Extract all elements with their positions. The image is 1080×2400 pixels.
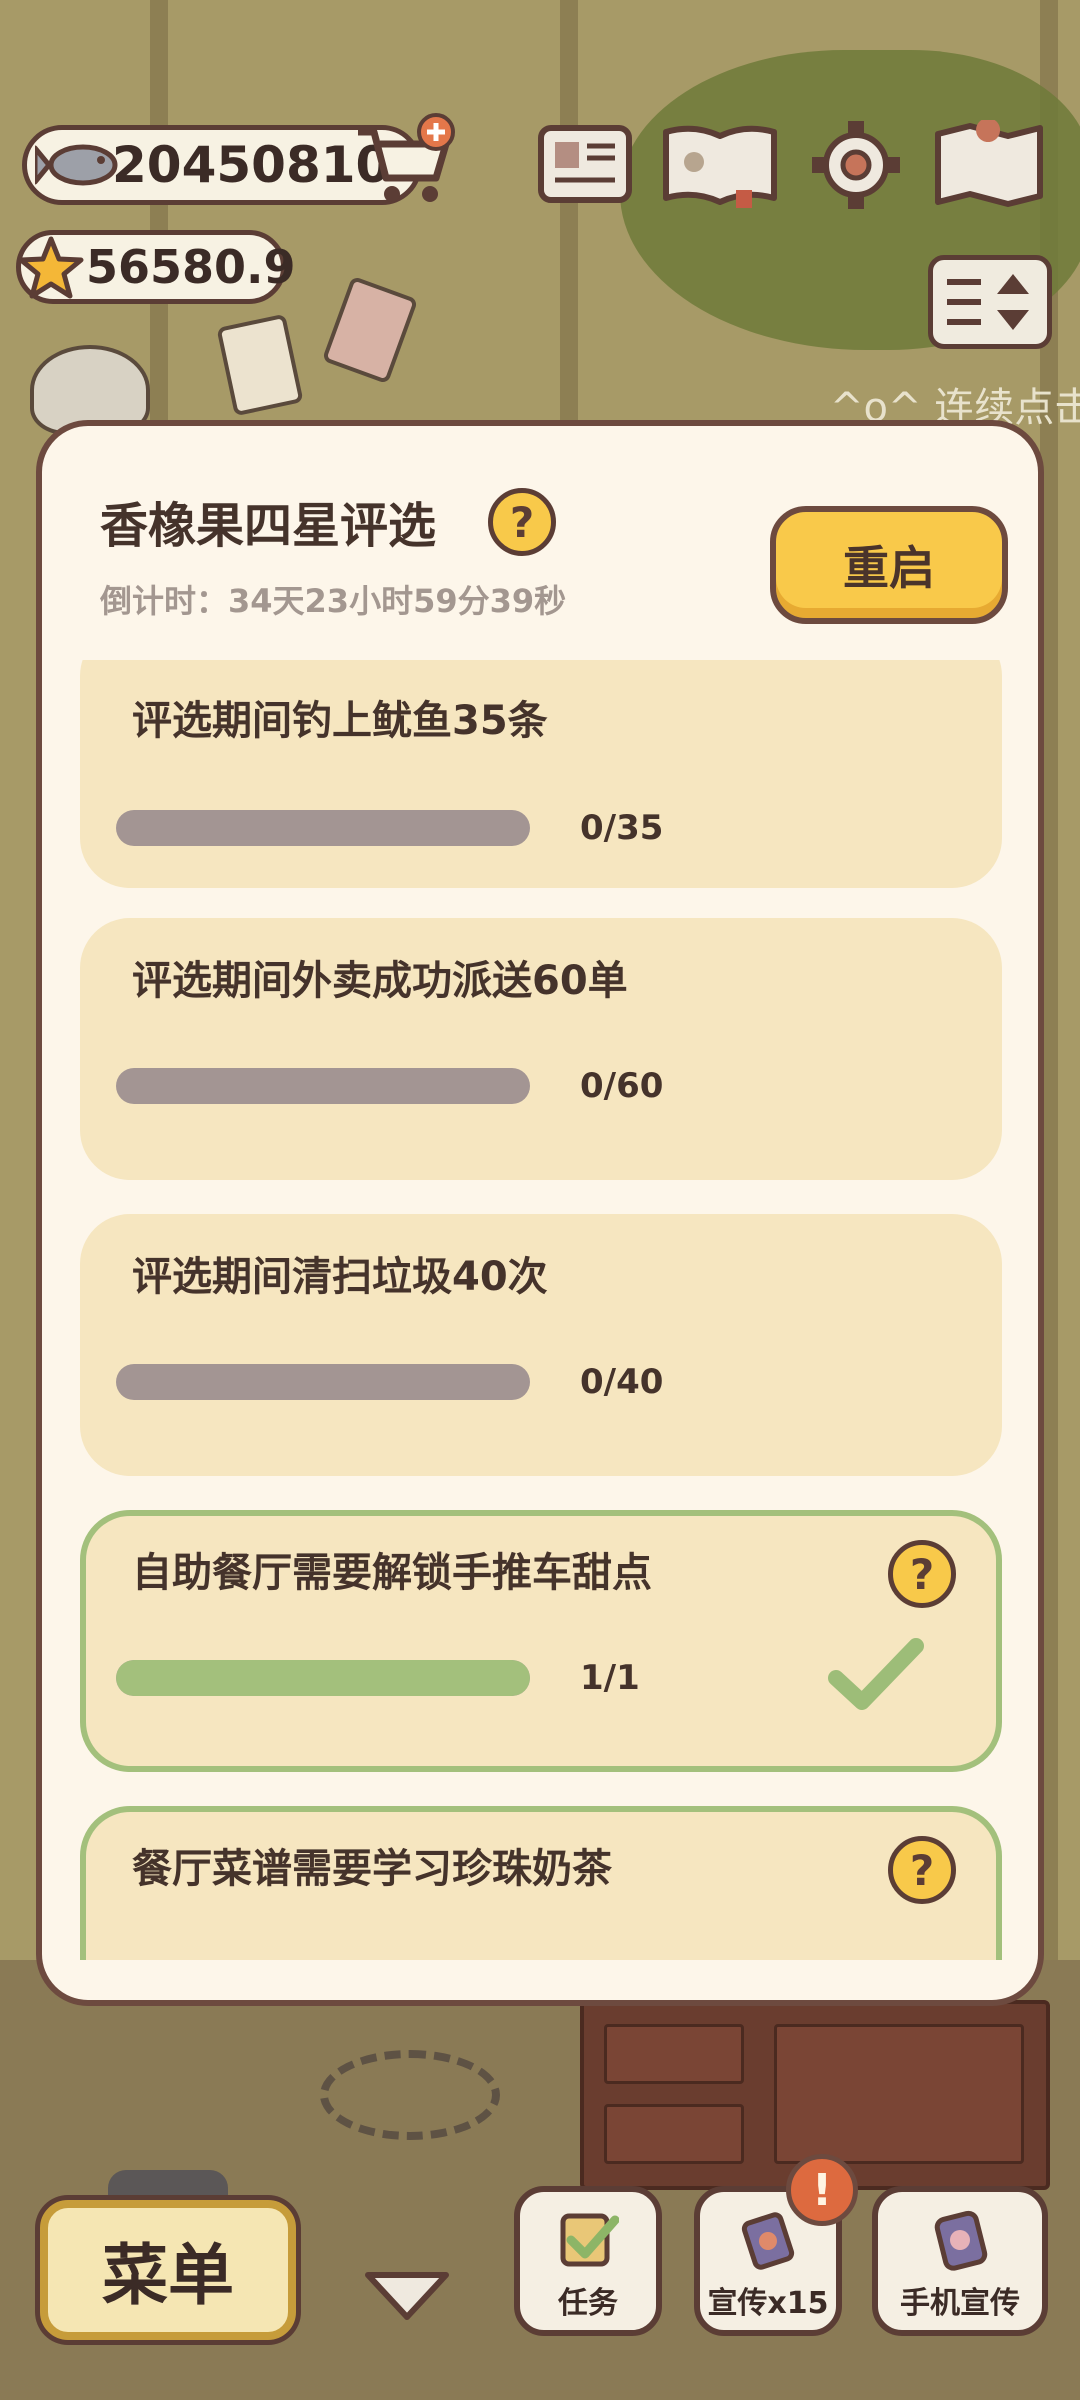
task-count: 1/1: [580, 1658, 640, 1698]
cabinet-drawer: [604, 2024, 744, 2084]
restart-button[interactable]: 重启: [770, 506, 1008, 624]
newspaper-icon: [538, 125, 632, 203]
task-progress-bar: [116, 1068, 530, 1104]
phone-promote-label: 手机宣传: [900, 2286, 1020, 2321]
alert-badge: !: [786, 2154, 858, 2226]
task-count: 0/35: [580, 808, 664, 848]
star-counter: 56580.9: [16, 230, 296, 304]
promote-label: 宣传x15: [707, 2286, 829, 2321]
countdown-timer: 倒计时：34天23小时59分39秒: [100, 582, 567, 620]
chevron-down-icon[interactable]: [362, 2265, 452, 2325]
scene-rug: [320, 2050, 500, 2140]
map-icon: [935, 120, 1043, 207]
task-progress-bar: [116, 810, 530, 846]
clipboard-check-icon: [560, 2213, 619, 2267]
sort-toggle-icon: [947, 274, 1029, 330]
coin-amount: 20450810: [112, 136, 391, 194]
task-title: 自助餐厅需要解锁手推车甜点: [132, 1550, 652, 1596]
map-button[interactable]: [932, 120, 1047, 210]
star-amount: 56580.9: [86, 240, 296, 294]
checkmark-icon: [828, 1638, 924, 1710]
rating-panel: 香橡果四星评选 ? 倒计时：34天23小时59分39秒 重启 评选期间钓上鱿鱼3…: [36, 420, 1044, 2006]
panel-title: 香橡果四星评选: [100, 498, 437, 554]
cabinet-drawer: [774, 2024, 1024, 2164]
task-card-completed: 自助餐厅需要解锁手推车甜点 ? 1/1: [80, 1510, 1002, 1772]
help-icon[interactable]: ?: [888, 1836, 956, 1904]
task-card: 评选期间钓上鱿鱼35条 0/35: [80, 660, 1002, 888]
fish-coin-icon: [35, 144, 118, 186]
settings-button[interactable]: [806, 120, 906, 210]
task-title: 评选期间清扫垃圾40次: [132, 1254, 548, 1300]
task-card: 评选期间外卖成功派送60单 0/60: [80, 918, 1002, 1180]
task-title: 餐厅菜谱需要学习珍珠奶茶: [132, 1846, 612, 1892]
phone-promo-icon: [934, 2210, 988, 2271]
help-icon[interactable]: ?: [888, 1540, 956, 1608]
star-currency-icon: [18, 236, 84, 299]
task-progress-bar: [116, 1660, 530, 1696]
phone-promote-button[interactable]: 手机宣传: [872, 2186, 1048, 2336]
paw-book-icon: [663, 125, 777, 208]
sort-toggle-button[interactable]: [928, 255, 1052, 349]
tasks-label: 任务: [558, 2286, 618, 2321]
tasks-button[interactable]: 任务: [514, 2186, 662, 2336]
gear-icon: [812, 121, 900, 209]
menu-button[interactable]: 菜单: [40, 2200, 296, 2340]
promo-card-icon: [741, 2212, 795, 2270]
paw-book-button[interactable]: [660, 120, 780, 210]
task-title: 评选期间外卖成功派送60单: [132, 958, 628, 1004]
shop-cart-icon[interactable]: [350, 112, 460, 212]
newspaper-button[interactable]: [535, 120, 635, 210]
task-title: 评选期间钓上鱿鱼35条: [132, 698, 548, 744]
task-count: 0/60: [580, 1066, 664, 1106]
task-progress-fill: [116, 1660, 530, 1696]
task-card-completed: 餐厅菜谱需要学习珍珠奶茶 ?: [80, 1806, 1002, 1960]
task-card: 评选期间清扫垃圾40次 0/40: [80, 1214, 1002, 1476]
task-list[interactable]: 评选期间钓上鱿鱼35条 0/35 评选期间外卖成功派送60单 0/60 评选期间…: [42, 660, 1038, 1960]
help-icon[interactable]: ?: [488, 488, 556, 556]
task-count: 0/40: [580, 1362, 664, 1402]
task-progress-bar: [116, 1364, 530, 1400]
cabinet-drawer: [604, 2104, 744, 2164]
